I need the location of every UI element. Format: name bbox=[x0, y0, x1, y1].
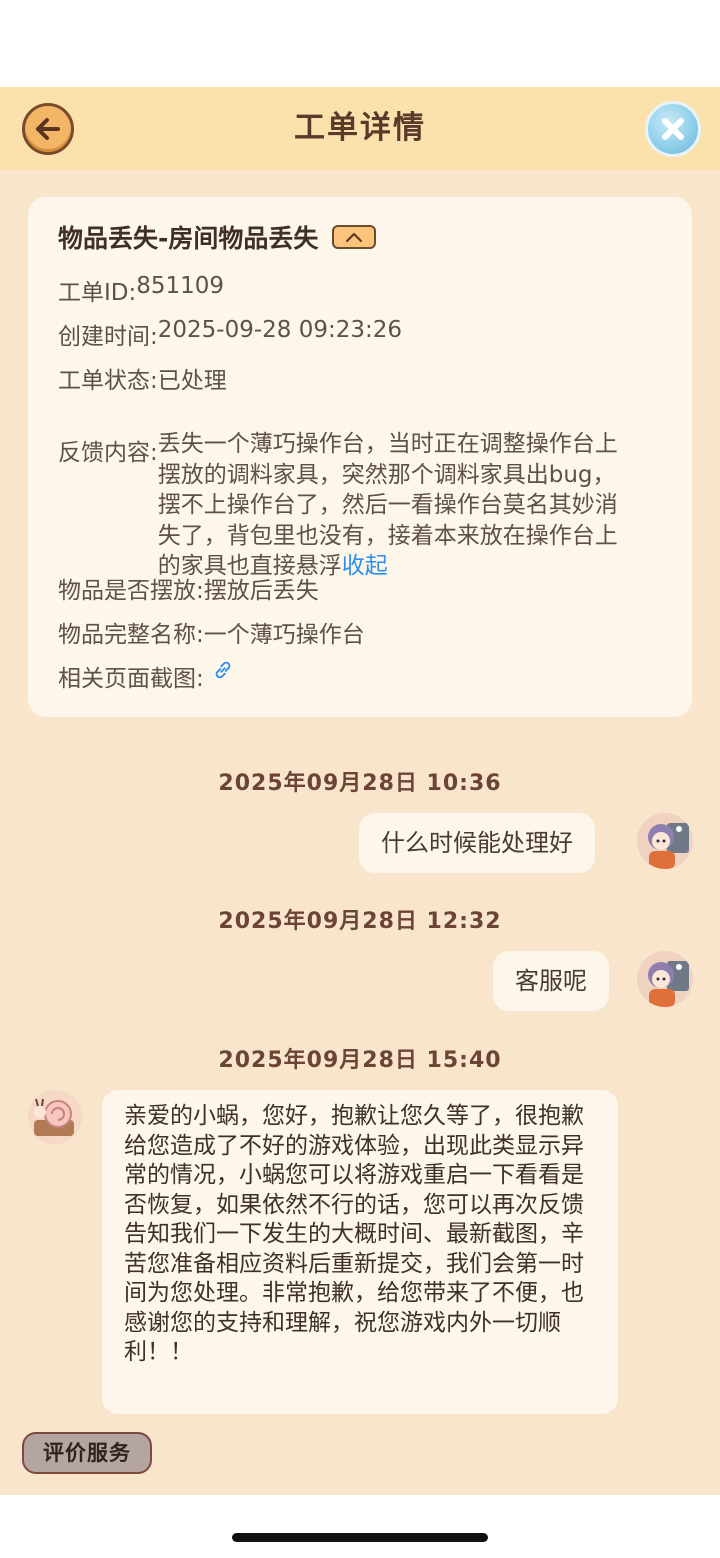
ticket-title-row: 物品丢失-房间物品丢失 bbox=[58, 219, 377, 255]
rate-service-button[interactable]: 评价服务 bbox=[22, 1432, 152, 1474]
item-fullname-label: 物品完整名称: bbox=[58, 622, 204, 648]
link-icon bbox=[215, 661, 231, 679]
item-placed-label: 物品是否摆放: bbox=[58, 578, 204, 604]
item-fullname-field: 物品完整名称: 一个薄巧操作台 bbox=[58, 615, 365, 649]
feedback-label: 反馈内容: bbox=[58, 440, 158, 466]
status-bar bbox=[0, 0, 720, 87]
feedback-field: 反馈内容: 丢失一个薄巧操作台，当时正在调整操作台上摆放的调料家具，突然那个调料… bbox=[58, 431, 628, 582]
screenshot-label: 相关页面截图: bbox=[58, 666, 204, 692]
item-placed-value: 摆放后丢失 bbox=[203, 578, 319, 604]
ticket-status-label: 工单状态: bbox=[58, 368, 158, 394]
close-button[interactable] bbox=[645, 101, 701, 157]
avatar-icon bbox=[637, 951, 693, 1007]
feedback-text: 丢失一个薄巧操作台，当时正在调整操作台上摆放的调料家具，突然那个调料家具出bug… bbox=[157, 431, 618, 579]
page-title: 工单详情 bbox=[294, 110, 426, 146]
user-message-bubble: 客服呢 bbox=[493, 951, 609, 1011]
screenshot-link[interactable] bbox=[212, 659, 234, 693]
support-avatar bbox=[28, 1090, 82, 1144]
user-message-bubble: 什么时候能处理好 bbox=[359, 813, 595, 873]
avatar-icon bbox=[637, 813, 693, 869]
ticket-title: 物品丢失-房间物品丢失 bbox=[58, 224, 319, 253]
message-timestamp: 2025年09月28日 12:32 bbox=[218, 909, 502, 934]
ticket-status-value: 已处理 bbox=[157, 368, 227, 394]
collapse-toggle-button[interactable] bbox=[332, 225, 377, 249]
ticket-card: 物品丢失-房间物品丢失 工单ID: 851109 创建时间: 2025-09-2… bbox=[28, 197, 692, 717]
item-placed-field: 物品是否摆放: 摆放后丢失 bbox=[58, 571, 319, 605]
message-timestamp: 2025年09月28日 15:40 bbox=[218, 1048, 502, 1073]
created-time-value: 2025-09-28 09:23:26 bbox=[157, 317, 403, 343]
ticket-id-field: 工单ID: 851109 bbox=[58, 273, 224, 307]
ticket-id-label: 工单ID: bbox=[58, 280, 137, 306]
collapse-link[interactable]: 收起 bbox=[342, 553, 388, 579]
ticket-id-value: 851109 bbox=[136, 273, 225, 299]
created-time-label: 创建时间: bbox=[58, 324, 158, 350]
ticket-status-field: 工单状态: 已处理 bbox=[58, 361, 227, 395]
header: 工单详情 bbox=[0, 87, 720, 170]
content-area: 物品丢失-房间物品丢失 工单ID: 851109 创建时间: 2025-09-2… bbox=[0, 170, 720, 1495]
user-avatar[interactable] bbox=[637, 951, 693, 1007]
item-fullname-value: 一个薄巧操作台 bbox=[203, 622, 365, 648]
screenshot-field: 相关页面截图: bbox=[58, 659, 234, 693]
chevron-up-icon bbox=[346, 233, 363, 242]
user-avatar[interactable] bbox=[637, 813, 693, 869]
close-icon bbox=[662, 118, 684, 140]
feedback-value: 丢失一个薄巧操作台，当时正在调整操作台上摆放的调料家具，突然那个调料家具出bug… bbox=[158, 429, 628, 582]
created-time-field: 创建时间: 2025-09-28 09:23:26 bbox=[58, 317, 402, 351]
home-indicator[interactable] bbox=[232, 1533, 488, 1542]
snail-icon bbox=[28, 1090, 82, 1144]
message-timestamp: 2025年09月28日 10:36 bbox=[218, 771, 502, 796]
support-message-bubble: 亲爱的小蜗，您好，抱歉让您久等了，很抱歉给您造成了不好的游戏体验，出现此类显示异… bbox=[102, 1090, 618, 1414]
bottom-safe-area bbox=[0, 1495, 720, 1558]
